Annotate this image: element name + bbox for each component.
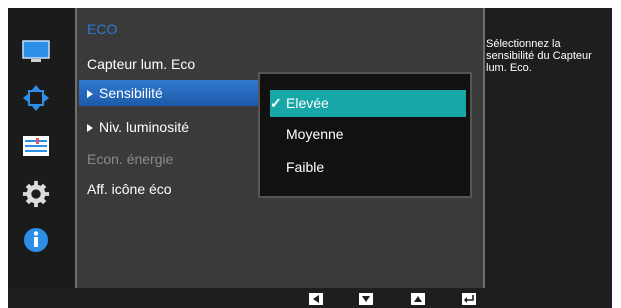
option-elevee[interactable]: ✓ Elevée xyxy=(270,90,466,117)
menu-item-label: Niv. luminosité xyxy=(99,119,189,135)
option-label: Moyenne xyxy=(286,126,344,142)
menu-item-econ-energie: Econ. énergie xyxy=(87,146,173,172)
menu-title: ECO xyxy=(87,21,118,37)
option-label: Faible xyxy=(286,159,325,175)
check-icon: ✓ xyxy=(270,95,282,111)
option-faible[interactable]: Faible xyxy=(270,154,482,181)
option-moyenne[interactable]: Moyenne xyxy=(270,121,482,148)
chevron-right-icon xyxy=(87,124,93,133)
enter-icon[interactable] xyxy=(462,293,476,305)
option-label: Elevée xyxy=(286,95,329,111)
menu-item-label: Capteur lum. Eco xyxy=(87,56,196,72)
system-settings-icon[interactable] xyxy=(22,132,50,160)
help-text: Sélectionnez la sensibilité du Capteur l… xyxy=(486,38,592,74)
menu-item-capteur-lum-eco[interactable]: Capteur lum. Eco xyxy=(87,51,195,77)
picture-icon[interactable] xyxy=(22,38,50,66)
menu-item-aff-icone-eco[interactable]: Aff. icône éco xyxy=(87,176,172,202)
menu-item-label: Econ. énergie xyxy=(87,151,174,167)
up-arrow-icon[interactable] xyxy=(411,293,425,305)
menu-item-label: Aff. icône éco xyxy=(87,181,172,197)
chevron-right-icon xyxy=(87,90,93,99)
menu-item-sensibilite[interactable]: Sensibilité xyxy=(79,80,283,106)
sensibilite-submenu: ✓ Elevée Moyenne Faible xyxy=(258,72,472,198)
down-arrow-icon[interactable] xyxy=(359,293,373,305)
gear-icon[interactable] xyxy=(22,180,50,208)
left-arrow-icon[interactable] xyxy=(309,293,323,305)
info-icon[interactable] xyxy=(22,226,50,254)
menu-item-label: Sensibilité xyxy=(99,85,163,101)
screen-position-icon[interactable] xyxy=(22,84,50,112)
menu-item-niv-luminosite[interactable]: Niv. luminosité xyxy=(87,114,189,140)
